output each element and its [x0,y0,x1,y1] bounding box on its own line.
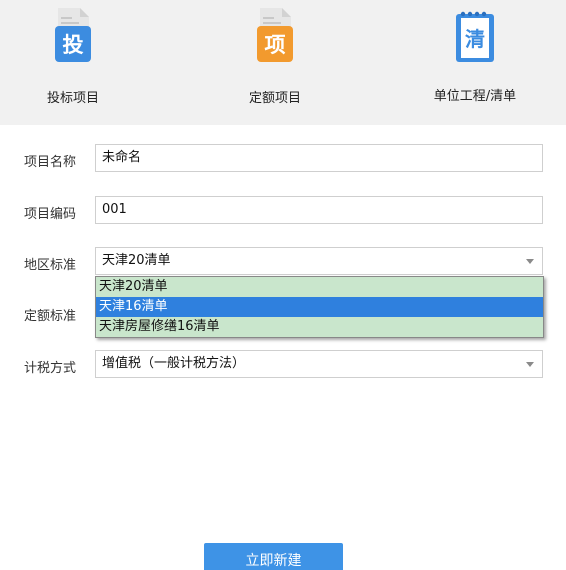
mode-label: 投标项目 [46,91,99,106]
notepad-list-icon: 清 [450,4,500,66]
chevron-down-icon[interactable] [526,362,534,367]
region-standard-label: 地区标准 [24,258,77,273]
region-standard-select[interactable]: 天津20清单 [95,247,543,275]
svg-text:投: 投 [63,33,84,57]
project-type-bar: 投 投标项目 项 定额项目 清 单位工程/清单 [0,0,566,125]
mode-label: 单位工程/清单 [433,89,517,104]
svg-text:清: 清 [465,27,485,51]
tax-method-value: 增值税（一般计税方法） [102,356,246,371]
project-name-row: 项目名称 未命名 [0,144,566,174]
tax-method-label: 计税方式 [24,361,77,376]
svg-text:项: 项 [265,33,286,57]
region-standard-dropdown: 天津20清单 天津16清单 天津房屋修缮16清单 [95,276,544,338]
project-name-label: 项目名称 [24,155,77,170]
mode-label: 定额项目 [248,91,301,106]
dropdown-option[interactable]: 天津房屋修缮16清单 [96,317,543,337]
quota-standard-label: 定额标准 [24,309,77,324]
mode-unit-project-list[interactable]: 清 单位工程/清单 [405,0,545,125]
dropdown-option[interactable]: 天津20清单 [96,277,543,297]
tax-method-select[interactable]: 增值税（一般计税方法） [95,350,543,378]
region-standard-value: 天津20清单 [102,253,171,268]
project-code-input[interactable]: 001 [95,196,543,224]
region-standard-row: 地区标准 天津20清单 [0,247,566,277]
create-now-button[interactable]: 立即新建 [204,543,343,570]
quota-document-icon: 项 [250,4,300,66]
dropdown-option-highlighted[interactable]: 天津16清单 [96,297,543,317]
project-name-input[interactable]: 未命名 [95,144,543,172]
project-code-row: 项目编码 001 [0,196,566,226]
mode-bid-project[interactable]: 投 投标项目 [3,0,143,125]
bid-document-icon: 投 [48,4,98,66]
project-code-label: 项目编码 [24,207,77,222]
chevron-down-icon[interactable] [526,259,534,264]
tax-method-row: 计税方式 增值税（一般计税方法） [0,350,566,380]
mode-quota-project[interactable]: 项 定额项目 [205,0,345,125]
